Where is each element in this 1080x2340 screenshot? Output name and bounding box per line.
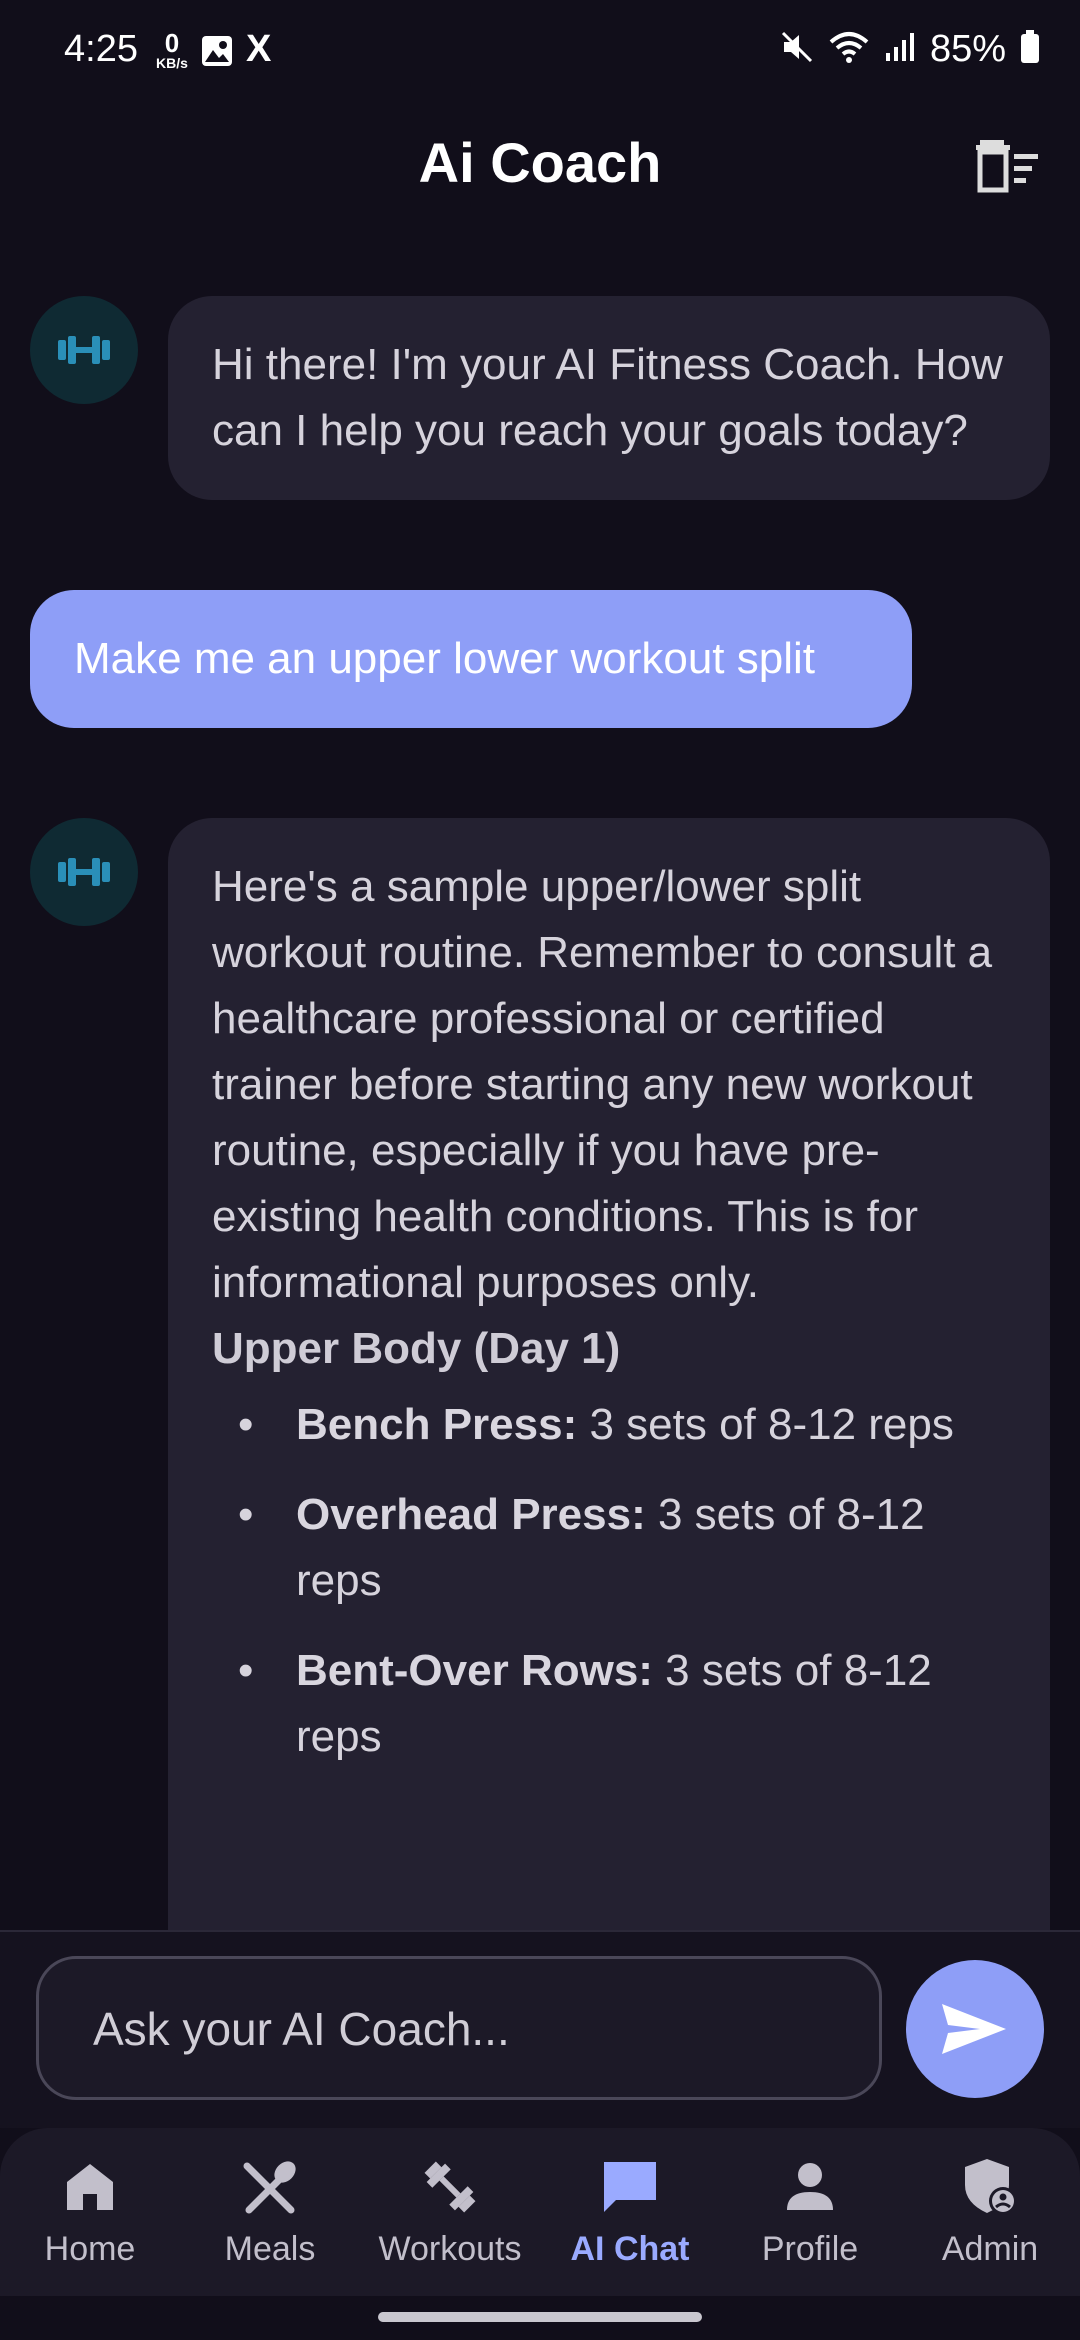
clear-chat-button[interactable]: [974, 136, 1040, 196]
admin-shield-icon: [900, 2154, 1080, 2220]
network-speed-value: 0: [164, 28, 180, 58]
status-time: 4:25: [64, 28, 138, 70]
page-title: Ai Coach: [418, 131, 662, 194]
home-gesture-bar[interactable]: [378, 2312, 702, 2322]
nav-item-ai-chat[interactable]: AI Chat: [540, 2154, 720, 2269]
wifi-icon: [828, 30, 870, 69]
user-message-text: Make me an upper lower workout split: [74, 634, 815, 683]
list-item: • Overhead Press: 3 sets of 8-12 reps: [212, 1482, 1006, 1614]
image-notification-icon: [200, 34, 234, 73]
person-icon: [720, 2154, 900, 2220]
list-item: • Bent-Over Rows: 3 sets of 8-12 reps: [212, 1638, 1006, 1770]
list-item: • Bench Press: 3 sets of 8-12 reps: [212, 1392, 1006, 1458]
section-heading: Upper Body (Day 1): [212, 1324, 621, 1373]
nav-label: Home: [44, 2230, 136, 2268]
utensils-icon: [180, 2154, 360, 2220]
dumbbell-icon: [58, 858, 110, 886]
ai-message-intro: Here's a sample upper/lower split workou…: [212, 862, 993, 1307]
status-bar: 4:25 0 KB/s X 85%: [0, 0, 1080, 100]
ai-message: Here's a sample upper/lower split workou…: [168, 818, 1050, 1930]
exercise-name: Overhead Press:: [296, 1490, 646, 1539]
home-icon: [0, 2154, 180, 2220]
coach-avatar: [30, 296, 138, 404]
send-button[interactable]: [906, 1960, 1044, 2098]
send-icon: [942, 2004, 1006, 2054]
dumbbell-icon: [58, 336, 110, 364]
nav-item-meals[interactable]: Meals: [180, 2154, 360, 2269]
delete-sweep-icon: [976, 140, 1038, 193]
bullet: •: [238, 1646, 254, 1695]
user-message: Make me an upper lower workout split: [30, 590, 912, 728]
coach-avatar: [30, 818, 138, 926]
exercise-name: Bench Press:: [296, 1400, 578, 1449]
status-right: 85%: [780, 28, 1040, 71]
nav-label: Admin: [941, 2230, 1039, 2268]
nav-item-home[interactable]: Home: [0, 2154, 180, 2269]
mute-icon: [780, 30, 814, 69]
chat-thread[interactable]: Hi there! I'm your AI Fitness Coach. How…: [0, 290, 1080, 1930]
message-composer: [0, 1930, 1080, 2128]
nav-label: Workouts: [378, 2230, 522, 2268]
battery-percent: 85%: [929, 28, 1006, 70]
nav-item-workouts[interactable]: Workouts: [360, 2154, 540, 2269]
x-notification-icon: X: [246, 28, 272, 70]
ai-message-text: Hi there! I'm your AI Fitness Coach. How…: [212, 340, 1003, 455]
ai-message: Hi there! I'm your AI Fitness Coach. How…: [168, 296, 1050, 500]
bottom-navigation: Home Meals Workouts AI Chat Profile Admi…: [0, 2128, 1080, 2296]
exercise-list: • Bench Press: 3 sets of 8-12 reps • Overh…: [212, 1392, 1006, 1770]
dumbbell-icon: [360, 2154, 540, 2220]
exercise-detail: 3 sets of 8-12 reps: [577, 1400, 954, 1449]
signal-icon: [884, 31, 916, 68]
nav-item-admin[interactable]: Admin: [900, 2154, 1080, 2269]
network-speed: 0 KB/s: [150, 30, 194, 70]
message-input[interactable]: [91, 1959, 855, 2099]
network-speed-unit: KB/s: [156, 55, 188, 71]
nav-label: Meals: [224, 2230, 316, 2268]
exercise-name: Bent-Over Rows:: [296, 1646, 653, 1695]
bullet: •: [238, 1400, 254, 1449]
nav-label: Profile: [761, 2230, 859, 2268]
bullet: •: [238, 1490, 254, 1539]
battery-icon: [1020, 30, 1040, 69]
app-header: Ai Coach: [0, 120, 1080, 210]
nav-label: AI Chat: [570, 2230, 690, 2268]
chat-icon: [540, 2154, 720, 2220]
nav-item-profile[interactable]: Profile: [720, 2154, 900, 2269]
message-input-container[interactable]: [36, 1956, 882, 2100]
